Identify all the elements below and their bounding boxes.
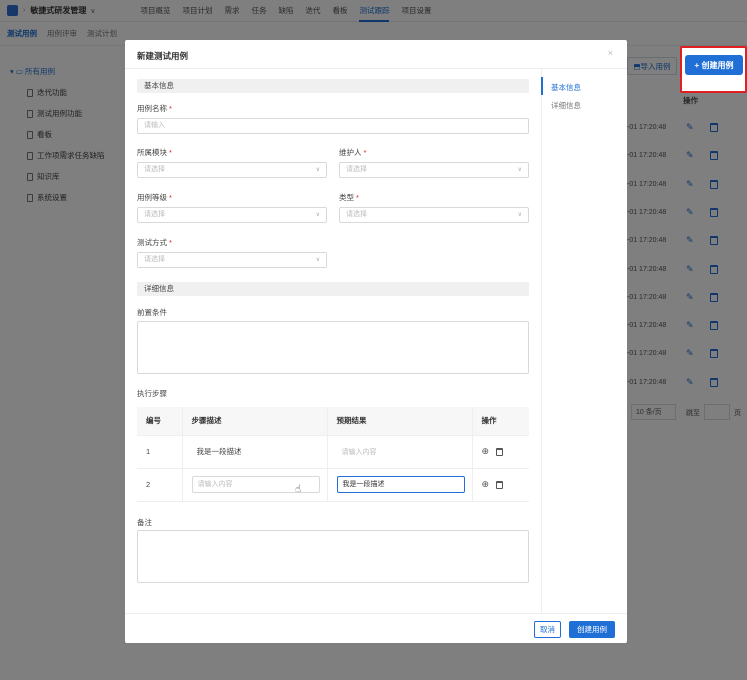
steps-label: 执行步骤 [137,389,167,398]
section-detail-info: 详细信息 [137,282,529,296]
anchor-indicator [541,77,543,95]
method-label: 测试方式 * [137,238,172,247]
new-case-dialog: 新建测试用例 × 基本信息 用例名称 * 请输入 所属模块 * 请选择 ∨ 维护人 * … [125,40,627,643]
dialog-anchor-nav: 基本信息 详细信息 [541,69,627,613]
case-name-label: 用例名称 * [137,104,172,113]
case-name-input[interactable]: 请输入 [137,118,529,134]
step-no: 2 [137,467,183,502]
remark-label: 备注 [137,518,152,527]
maintainer-label: 维护人 * [339,148,367,157]
chevron-down-icon: ∨ [315,212,320,218]
module-label: 所属模块 * [137,148,172,157]
delete-step-icon[interactable] [496,448,504,457]
col-header-ops: 操作 [472,407,529,435]
cancel-button[interactable]: 取消 [534,621,561,638]
table-row: 1 我是一段描述 请输入内容 ⊕ [137,434,529,468]
step-expected-input[interactable]: 请输入内容 [337,449,377,456]
close-icon[interactable]: × [608,48,613,58]
chevron-down-icon: ∨ [315,167,320,173]
precondition-label: 前置条件 [137,308,167,317]
precondition-textarea[interactable] [137,321,529,374]
dialog-title: 新建测试用例 [137,51,189,61]
method-select[interactable]: 请选择 ∨ [137,252,327,268]
create-case-button[interactable]: + 创建用例 [685,55,743,75]
add-step-icon[interactable]: ⊕ [482,479,490,490]
level-select[interactable]: 请选择 ∨ [137,207,327,223]
level-label: 用例等级 * [137,193,172,202]
col-header-desc: 步骤描述 [182,407,328,435]
chevron-down-icon: ∨ [315,257,320,263]
maintainer-select[interactable]: 请选择 ∨ [339,162,529,178]
col-header-no: 编号 [137,407,183,435]
steps-table-header: 编号 步骤描述 预期结果 操作 [137,407,529,435]
col-header-expected: 预期结果 [327,407,473,435]
anchor-basic-info[interactable]: 基本信息 [551,82,581,93]
step-expected-input[interactable]: 我是一段描述 [336,476,465,493]
section-basic-info: 基本信息 [137,79,529,93]
type-label: 类型 * [339,193,359,202]
chevron-down-icon: ∨ [517,212,522,218]
chevron-down-icon: ∨ [517,167,522,173]
step-desc-value[interactable]: 我是一段描述 [192,447,242,456]
dialog-footer: 取消 创建用例 [125,613,627,643]
hand-cursor-icon: ☝ [295,484,302,495]
step-no: 1 [137,434,183,468]
type-select[interactable]: 请选择 ∨ [339,207,529,223]
table-row: 2 请输入内容 我是一段描述 ⊕ [137,467,529,502]
dialog-header: 新建测试用例 × [125,40,627,69]
anchor-detail-info[interactable]: 详细信息 [551,100,581,111]
submit-create-button[interactable]: 创建用例 [569,621,615,638]
delete-step-icon[interactable] [496,481,504,490]
module-select[interactable]: 请选择 ∨ [137,162,327,178]
add-step-icon[interactable]: ⊕ [482,446,490,457]
steps-table: 编号 步骤描述 预期结果 操作 1 我是一段描述 请输入内容 ⊕ 2 请输入内容… [137,407,529,502]
remark-textarea[interactable] [137,530,529,583]
